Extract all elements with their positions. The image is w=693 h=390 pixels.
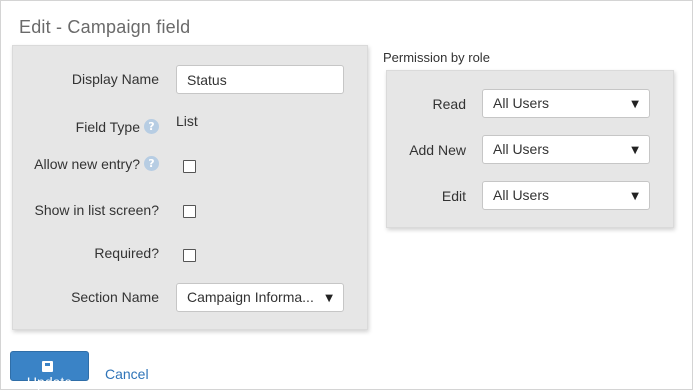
show-in-list-label: Show in list screen?: [34, 202, 159, 218]
update-button[interactable]: Update: [10, 351, 89, 390]
allow-new-entry-checkbox[interactable]: [183, 160, 196, 173]
cancel-link[interactable]: Cancel: [105, 366, 149, 382]
edit-label: Edit: [441, 188, 466, 204]
add-new-label: Add New: [409, 142, 466, 158]
save-icon: [41, 361, 53, 372]
chevron-down-icon: ▼: [631, 99, 639, 110]
field-type-label-text: Field Type: [75, 119, 140, 135]
chevron-down-icon: ▼: [325, 293, 333, 304]
edit-select[interactable]: All Users ▼: [482, 181, 650, 210]
update-button-label: Update: [26, 374, 73, 390]
chevron-down-icon: ▼: [631, 191, 639, 202]
read-value: All Users: [493, 95, 550, 111]
read-label: Read: [432, 96, 466, 112]
field-type-value: List: [176, 113, 198, 129]
read-select[interactable]: All Users ▼: [482, 89, 650, 118]
help-icon[interactable]: ?: [144, 156, 159, 171]
section-name-label: Section Name: [71, 289, 159, 305]
add-new-value: All Users: [493, 141, 550, 157]
display-name-label: Display Name: [71, 71, 159, 87]
field-settings-panel: Display Name Field Type? List Allow new …: [12, 45, 368, 330]
display-name-input[interactable]: [176, 65, 344, 94]
page-title: Edit - Campaign field: [19, 17, 191, 37]
show-in-list-checkbox[interactable]: [183, 205, 196, 218]
permissions-panel: Read All Users ▼ Add New All Users ▼ Edi…: [386, 70, 674, 228]
section-name-value: Campaign Informa...: [187, 289, 314, 305]
edit-value: All Users: [493, 187, 550, 203]
allow-new-entry-label-text: Allow new entry?: [34, 156, 140, 172]
allow-new-entry-label: Allow new entry??: [34, 156, 159, 172]
chevron-down-icon: ▼: [631, 145, 639, 156]
section-name-select[interactable]: Campaign Informa... ▼: [176, 283, 344, 312]
required-label: Required?: [94, 245, 159, 261]
add-new-select[interactable]: All Users ▼: [482, 135, 650, 164]
permissions-title: Permission by role: [383, 50, 490, 65]
help-icon[interactable]: ?: [144, 119, 159, 134]
field-type-label: Field Type?: [76, 119, 159, 135]
required-checkbox[interactable]: [183, 249, 196, 262]
